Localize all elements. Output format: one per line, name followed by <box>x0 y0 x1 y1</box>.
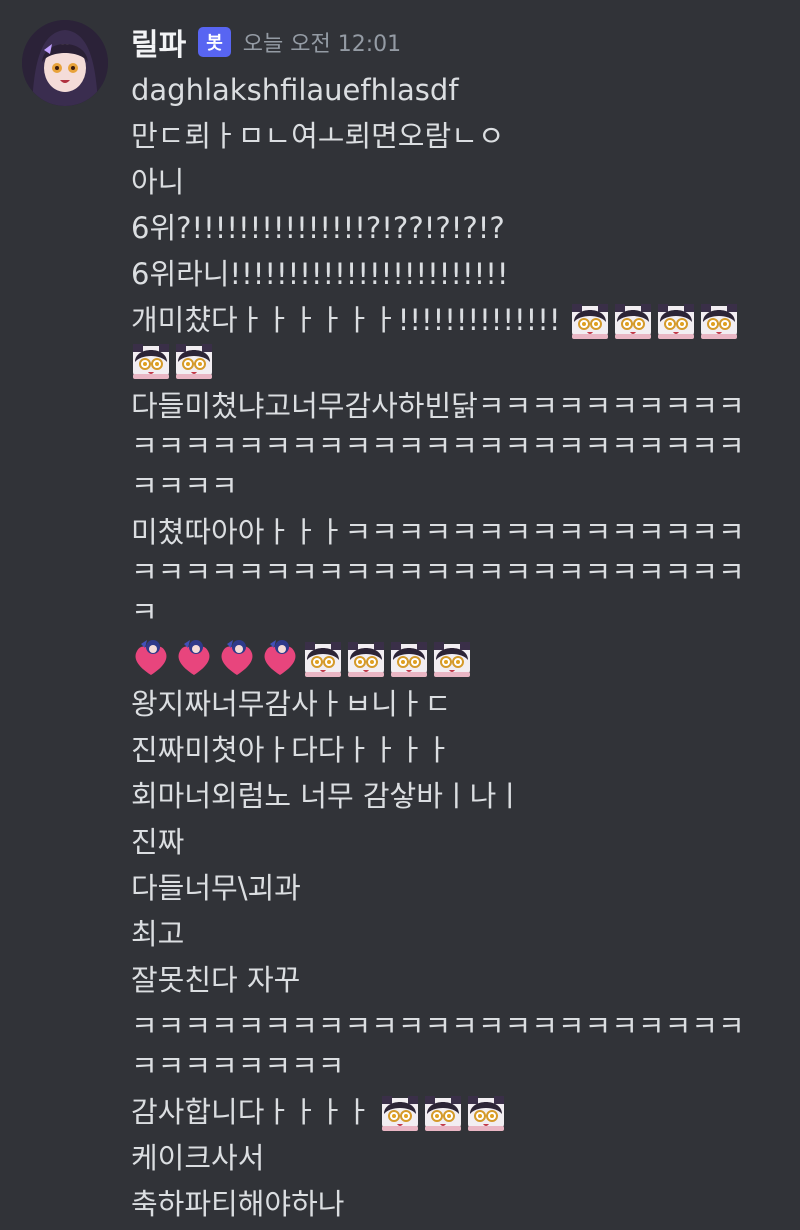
message-text: 개미챴다ㅏㅏㅏㅏㅏㅏ!!!!!!!!!!!!!! <box>131 303 561 337</box>
chat-message[interactable]: ㅋㅋㅋㅋㅋㅋㅋㅋㅋㅋㅋㅋㅋㅋㅋㅋㅋㅋㅋㅋㅋㅋㅋㅋㅋㅋㅋㅋㅋㅋㅋ <box>131 1006 761 1086</box>
chat-message[interactable]: 개미챴다ㅏㅏㅏㅏㅏㅏ!!!!!!!!!!!!!! <box>131 300 761 380</box>
girl-face-emoji[interactable] <box>174 340 214 380</box>
chat-message[interactable]: 미쳤따아아ㅏㅏㅏㅋㅋㅋㅋㅋㅋㅋㅋㅋㅋㅋㅋㅋㅋㅋㅋㅋㅋㅋㅋㅋㅋㅋㅋㅋㅋㅋㅋㅋㅋㅋㅋ… <box>131 512 761 632</box>
message-text: 6위라니!!!!!!!!!!!!!!!!!!!!!!!! <box>131 257 509 291</box>
message-text: 아니 <box>131 165 185 199</box>
heart-emoji[interactable] <box>217 638 257 678</box>
chat-message[interactable]: 만ㄷ뢰ㅏㅁㄴ여ㅗ뢰면오람ㄴㅇ <box>131 116 761 156</box>
girl-face-emoji[interactable] <box>346 638 386 678</box>
girl-face-emoji[interactable] <box>131 340 171 380</box>
chat-message[interactable]: 다들미쳤냐고너무감사하빈닭ㅋㅋㅋㅋㅋㅋㅋㅋㅋㅋㅋㅋㅋㅋㅋㅋㅋㅋㅋㅋㅋㅋㅋㅋㅋㅋㅋ… <box>131 386 761 506</box>
chat-message[interactable]: 다들너무\괴과 <box>131 868 761 908</box>
girl-face-emoji[interactable] <box>466 1092 506 1132</box>
message-text: 최고 <box>131 917 185 951</box>
chat-message[interactable]: 잘못친다 자꾸 <box>131 960 761 1000</box>
girl-face-emoji[interactable] <box>432 638 472 678</box>
chat-message[interactable]: 진짜미쳣아ㅏ다다ㅏㅏㅏㅏ <box>131 730 761 770</box>
username[interactable]: 릴파 <box>131 20 186 64</box>
heart-emoji[interactable] <box>131 638 171 678</box>
message-text: 케이크사서 <box>131 1141 265 1175</box>
girl-face-emoji[interactable] <box>656 300 696 340</box>
chat-message[interactable]: daghlakshfilauefhlasdf <box>131 70 761 110</box>
message-text: 다들미쳤냐고너무감사하빈닭ㅋㅋㅋㅋㅋㅋㅋㅋㅋㅋㅋㅋㅋㅋㅋㅋㅋㅋㅋㅋㅋㅋㅋㅋㅋㅋㅋ… <box>131 389 745 503</box>
bot-badge: 봇 <box>198 27 231 57</box>
message-list: daghlakshfilauefhlasdf 만ㄷ뢰ㅏㅁㄴ여ㅗ뢰면오람ㄴㅇ 아니 6위… <box>131 70 761 1230</box>
message-text: 다들너무\괴과 <box>131 871 301 905</box>
chat-message[interactable]: 6위라니!!!!!!!!!!!!!!!!!!!!!!!! <box>131 254 761 294</box>
chat-message[interactable]: 아니 <box>131 162 761 202</box>
avatar-image <box>22 20 108 106</box>
message-text: 잘못친다 자꾸 <box>131 963 301 997</box>
message-header: 릴파 봇 오늘 오전 12:01 <box>131 20 401 64</box>
chat-message[interactable]: 케이크사서 <box>131 1138 761 1178</box>
message-text: daghlakshfilauefhlasdf <box>131 73 459 107</box>
message-text: 회마너외럼노 너무 감샇바ㅣ나ㅣ <box>131 779 523 813</box>
chat-message[interactable]: 회마너외럼노 너무 감샇바ㅣ나ㅣ <box>131 776 761 816</box>
message-text: 축하파티해야하나 <box>131 1187 345 1221</box>
message-text: 왕지짜너무감사ㅏㅂ니ㅏㄷ <box>131 687 452 721</box>
chat-message[interactable]: 축하파티해야하나 <box>131 1184 761 1224</box>
message-text: 6위?!!!!!!!!!!!!!!!?!??!?!?!? <box>131 211 505 245</box>
message-text: ㅋㅋㅋㅋㅋㅋㅋㅋㅋㅋㅋㅋㅋㅋㅋㅋㅋㅋㅋㅋㅋㅋㅋㅋㅋㅋㅋㅋㅋㅋㅋ <box>131 1009 745 1083</box>
chat-message[interactable]: 6위?!!!!!!!!!!!!!!!?!??!?!?!? <box>131 208 761 248</box>
message-text: 미쳤따아아ㅏㅏㅏㅋㅋㅋㅋㅋㅋㅋㅋㅋㅋㅋㅋㅋㅋㅋㅋㅋㅋㅋㅋㅋㅋㅋㅋㅋㅋㅋㅋㅋㅋㅋㅋ… <box>131 515 745 629</box>
message-text: 진짜미쳣아ㅏ다다ㅏㅏㅏㅏ <box>131 733 452 767</box>
chat-message[interactable]: 진짜 <box>131 822 761 862</box>
girl-face-emoji[interactable] <box>613 300 653 340</box>
message-text: 진짜 <box>131 825 185 859</box>
girl-face-emoji[interactable] <box>570 300 610 340</box>
chat-message[interactable] <box>131 638 761 678</box>
girl-face-emoji[interactable] <box>303 638 343 678</box>
chat-message[interactable]: 왕지짜너무감사ㅏㅂ니ㅏㄷ <box>131 684 761 724</box>
timestamp[interactable]: 오늘 오전 12:01 <box>243 26 401 58</box>
message-text: 감사합니다ㅏㅏㅏㅏ <box>131 1095 372 1129</box>
chat-message[interactable]: 감사합니다ㅏㅏㅏㅏ <box>131 1092 761 1132</box>
message-text: 만ㄷ뢰ㅏㅁㄴ여ㅗ뢰면오람ㄴㅇ <box>131 119 505 153</box>
avatar[interactable] <box>22 20 108 106</box>
heart-emoji[interactable] <box>174 638 214 678</box>
chat-message[interactable]: 최고 <box>131 914 761 954</box>
girl-face-emoji[interactable] <box>699 300 739 340</box>
girl-face-emoji[interactable] <box>380 1092 420 1132</box>
girl-face-emoji[interactable] <box>389 638 429 678</box>
heart-emoji[interactable] <box>260 638 300 678</box>
girl-face-emoji[interactable] <box>423 1092 463 1132</box>
